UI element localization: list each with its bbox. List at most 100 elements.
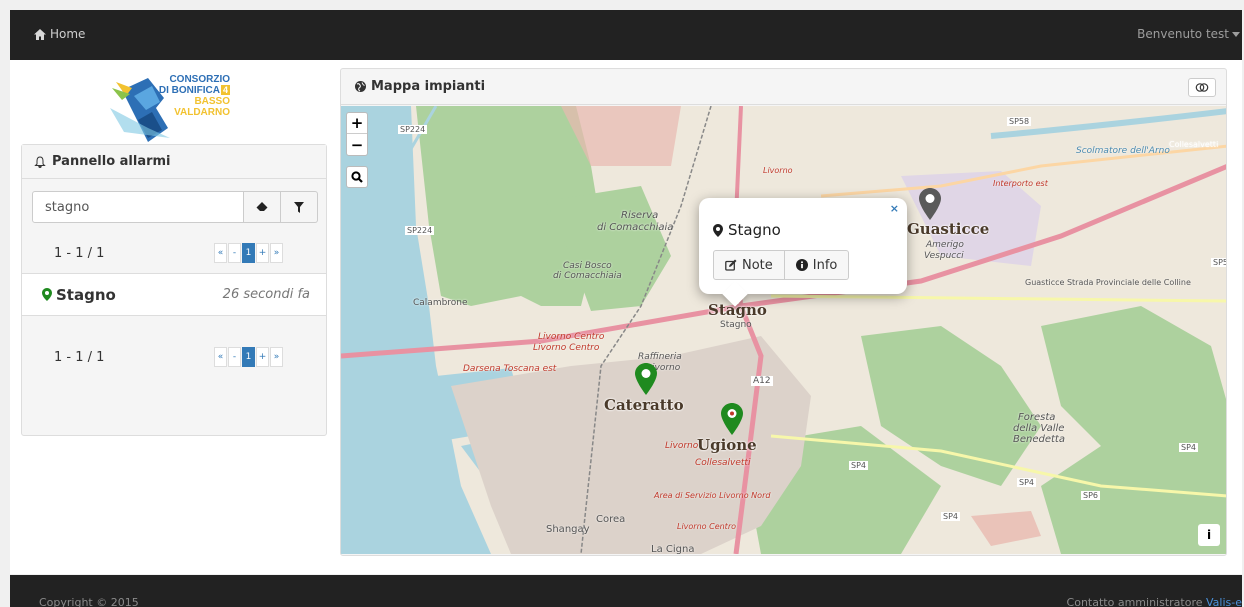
map-view[interactable]: Stagno Stagno Cateratto Ugione Guasticce… (341, 106, 1226, 554)
map-panel-title: Mappa impianti (371, 79, 486, 94)
place-label: Raffineria (638, 352, 682, 362)
place-label: Darsena Toscana est (463, 364, 557, 374)
zoom-control: + − (346, 112, 368, 156)
pager-prev-button[interactable]: - (228, 347, 241, 367)
map-search-button[interactable] (346, 166, 368, 188)
map-toggle-button[interactable] (1188, 78, 1216, 97)
road-label: SP58 (1007, 117, 1032, 126)
pager-page-button[interactable]: 1 (242, 243, 255, 263)
pager-first-button[interactable]: « (214, 347, 227, 367)
road-label: SP224 (405, 226, 435, 235)
alarm-list-item[interactable]: Stagno 26 secondi fa (22, 273, 326, 316)
place-label: Livorno (763, 166, 793, 175)
alarm-time: 26 secondi fa (222, 287, 310, 302)
map-panel: Mappa impianti Stagno Stagno Cateratto U… (340, 68, 1227, 556)
home-label: Home (50, 27, 86, 41)
note-button[interactable]: Note (713, 250, 785, 280)
contact-link[interactable]: Valis-e (1206, 596, 1242, 607)
logo-line-3: BASSO (194, 96, 230, 107)
pager-last-button[interactable]: » (270, 243, 283, 263)
pagination-top: 1 - 1 / 1 « - 1 + » (22, 235, 326, 271)
plant-marker-ugione[interactable] (721, 403, 743, 435)
alarm-name: Stagno (42, 286, 116, 304)
road-label: A12 (751, 376, 773, 386)
plant-marker-cateratto[interactable] (635, 363, 657, 395)
consorzio-logo: CONSORZIO DI BONIFICA 4 BASSO VALDARNO (108, 68, 243, 144)
pager-last-button[interactable]: » (270, 347, 283, 367)
caret-down-icon (1232, 31, 1240, 37)
pager-page-button[interactable]: 1 (242, 347, 255, 367)
zoom-out-button[interactable]: − (347, 134, 367, 155)
info-label: Info (812, 257, 838, 273)
place-label: Foresta (1018, 412, 1056, 423)
user-menu[interactable]: Benvenuto test (1137, 27, 1240, 41)
logo-badge: 4 (223, 85, 228, 95)
place-label: Casi Bosco (563, 261, 612, 271)
popup-close-button[interactable]: × (890, 202, 899, 215)
place-label: Amerigo (926, 240, 964, 250)
place-label: Guasticce Strada Provinciale delle Colli… (1025, 278, 1191, 287)
place-label: Corea (596, 514, 626, 525)
info-circle-icon (795, 259, 808, 271)
navbar: Home Benvenuto test (10, 10, 1242, 60)
alarm-search-group (32, 191, 319, 223)
logo-graphic: CONSORZIO DI BONIFICA 4 BASSO VALDARNO (110, 74, 230, 142)
road-label: SP5 (1211, 258, 1226, 267)
place-label: Livorno Centro (538, 332, 605, 342)
map-info-button[interactable]: i (1198, 524, 1220, 546)
place-label: Interporto est (993, 179, 1048, 188)
pager-first-button[interactable]: « (214, 243, 227, 263)
info-button[interactable]: Info (784, 250, 850, 280)
place-label: Collesalvetti (695, 458, 751, 468)
zoom-in-button[interactable]: + (347, 113, 367, 134)
alarm-panel-title: Pannello allarmi (52, 154, 171, 169)
popup-title-text: Stagno (728, 221, 781, 239)
pager-prev-button[interactable]: - (228, 243, 241, 263)
place-label: Area di Servizio Livorno Nord (654, 491, 771, 500)
place-label: Calambrone (413, 298, 468, 308)
copyright-text: Copyright © 2015 (39, 596, 139, 607)
place-label: di Comacchiaia (597, 222, 674, 233)
road-label: SP224 (398, 125, 428, 134)
eraser-icon (256, 202, 268, 211)
welcome-label: Benvenuto test (1137, 27, 1229, 41)
place-label: Riserva (621, 210, 659, 221)
toggle-icon (1195, 83, 1209, 92)
pagination-bottom: 1 - 1 / 1 « - 1 + » (22, 339, 326, 375)
place-label: La Cigna (651, 544, 695, 554)
logo-line-4: VALDARNO (174, 107, 230, 118)
place-label: Benedetta (1013, 434, 1065, 445)
contact-text: Contatto amministratore Valis-e (1067, 596, 1242, 607)
place-label: Stagno (720, 320, 752, 330)
alarm-name-text: Stagno (56, 285, 116, 304)
plant-marker-guasticce[interactable] (919, 188, 941, 220)
pager-next-button[interactable]: + (256, 347, 269, 367)
search-icon (351, 171, 363, 183)
road-label: SP6 (1081, 491, 1100, 500)
globe-icon (355, 81, 366, 92)
home-icon (34, 28, 46, 40)
alarm-panel: Pannello allarmi 1 - 1 / 1 « - 1 + » (21, 144, 327, 436)
logo-line-1: CONSORZIO (169, 74, 230, 85)
plant-popup: × Stagno Note Info (699, 198, 907, 307)
eraser-button[interactable] (244, 191, 281, 223)
road-label: SP4 (1017, 478, 1036, 487)
filter-button[interactable] (281, 191, 318, 223)
map-marker-icon (713, 223, 723, 237)
home-link[interactable]: Home (34, 27, 85, 41)
road-label: SP4 (941, 512, 960, 521)
place-label: Livorno (665, 441, 699, 451)
place-label: di Comacchiaia (553, 271, 622, 281)
road-label: SP4 (849, 461, 868, 470)
note-label: Note (742, 257, 773, 273)
filter-icon (294, 201, 304, 213)
plant-label-cateratto: Cateratto (604, 396, 684, 414)
pager-next-button[interactable]: + (256, 243, 269, 263)
alarm-panel-header: Pannello allarmi (22, 145, 326, 179)
place-label: Livorno Centro (677, 522, 737, 531)
place-label: Livorno Centro (533, 343, 600, 353)
main-content: CONSORZIO DI BONIFICA 4 BASSO VALDARNO P… (10, 60, 1242, 574)
info-label: i (1206, 528, 1212, 542)
popup-button-group: Note Info (713, 250, 850, 280)
alarm-search-input[interactable] (32, 191, 244, 223)
